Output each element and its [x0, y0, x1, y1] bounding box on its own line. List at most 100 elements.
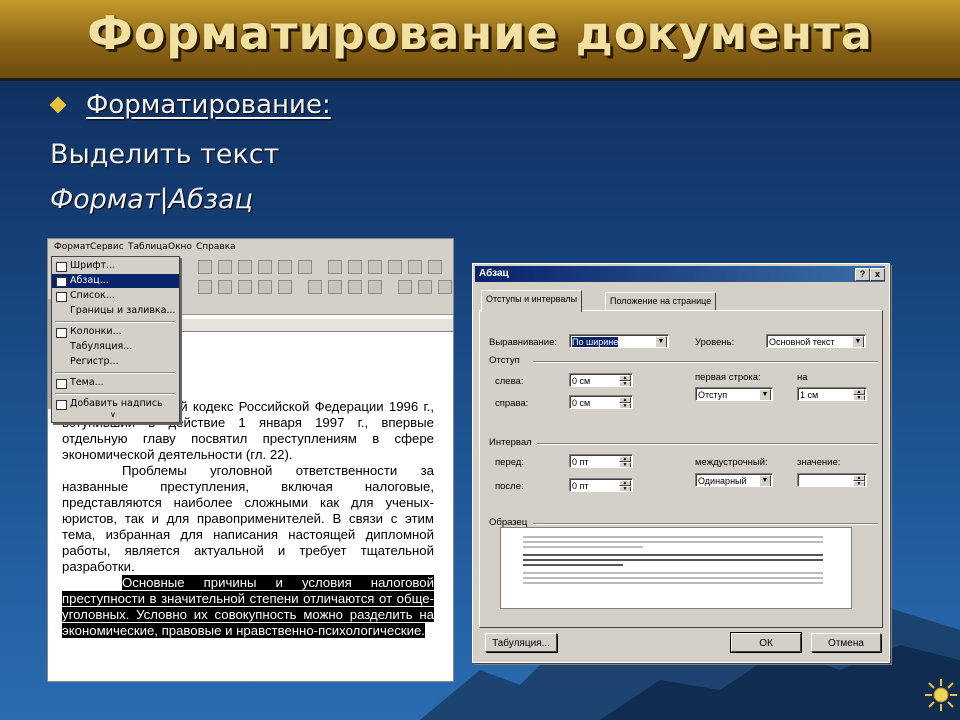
alignment-label: Выравнивание: [489, 337, 558, 348]
group-divider [533, 523, 878, 525]
align-justify-icon[interactable] [278, 280, 292, 294]
menu-help[interactable]: Справка [196, 242, 236, 252]
word-window-screenshot: Формат Сервис Таблица Окно Справка Уголо… [47, 238, 454, 682]
spinner[interactable]: ▲ ▼ [619, 397, 631, 408]
cancel-button[interactable]: Отмена [811, 633, 881, 652]
toolbar-button[interactable] [278, 260, 292, 274]
menu-service[interactable]: Сервис [90, 242, 124, 252]
menu-format[interactable]: Формат [54, 242, 91, 252]
font-icon [56, 262, 67, 272]
menu-table[interactable]: Таблица [128, 242, 168, 252]
help-button[interactable]: ? [855, 268, 870, 281]
border-icon[interactable] [398, 280, 412, 294]
spinner[interactable]: ▲ ▼ [619, 480, 631, 491]
alignment-select[interactable]: По ширине ▼ [569, 334, 669, 348]
left-indent-field[interactable]: 0 см ▲ ▼ [569, 373, 633, 387]
menu-item-font[interactable]: Шрифт... [52, 259, 179, 273]
menu-item-case[interactable]: Регистр... [52, 355, 179, 369]
decrease-indent-icon[interactable] [348, 280, 362, 294]
tab-page-position[interactable]: Положение на странице [605, 292, 717, 311]
preview-line [523, 572, 823, 574]
chevron-down-icon[interactable]: ▼ [655, 336, 667, 347]
level-select[interactable]: Основной текст ▼ [766, 334, 866, 348]
first-line-label: первая строка: [695, 372, 761, 383]
sun-icon [925, 679, 957, 711]
dialog-titlebar: Абзац ? x [475, 266, 885, 282]
chevron-down-icon[interactable]: ∨ [110, 410, 116, 419]
first-line-select[interactable]: Отступ ▼ [695, 387, 773, 401]
preview-line [523, 564, 623, 566]
bullet-list-icon[interactable] [328, 280, 342, 294]
bullet-diamond-icon [49, 96, 67, 114]
close-button[interactable]: x [870, 268, 885, 281]
instruction-select-text: Выделить текст [50, 139, 280, 170]
numbered-list-icon[interactable] [308, 280, 322, 294]
highlight-icon[interactable] [418, 280, 432, 294]
spacing-group-label: Интервал [489, 437, 532, 448]
value-field[interactable]: ▲ ▼ [797, 473, 867, 487]
spinner[interactable]: ▲ ▼ [619, 456, 631, 467]
toolbar-button[interactable] [368, 260, 382, 274]
right-indent-field[interactable]: 0 см ▲ ▼ [569, 395, 633, 409]
align-right-icon[interactable] [258, 280, 272, 294]
paragraph-preview [500, 527, 852, 609]
toolbar-button[interactable] [198, 260, 212, 274]
spinner[interactable]: ▲ ▼ [853, 475, 865, 486]
menu-item-borders[interactable]: Границы и заливка... [52, 304, 179, 318]
toolbar-button[interactable] [328, 260, 342, 274]
preview-line [523, 541, 823, 543]
ok-button[interactable]: ОК [730, 632, 802, 653]
menu-item-tabs[interactable]: Табуляция... [52, 340, 179, 354]
format-menu-dropdown: Шрифт... Абзац... Список... Границы и за… [51, 256, 180, 423]
align-left-icon[interactable] [218, 280, 232, 294]
textbox-icon [56, 400, 67, 410]
menu-item-paragraph[interactable]: Абзац... [52, 274, 179, 288]
menu-separator [55, 372, 175, 374]
toolbar-button[interactable] [388, 260, 402, 274]
by-label: на [797, 372, 808, 383]
word-menubar: Формат Сервис Таблица Окно Справка [48, 239, 453, 256]
chevron-down-icon[interactable]: ▼ [852, 336, 864, 347]
by-field[interactable]: 1 см ▲ ▼ [797, 387, 867, 401]
chevron-down-icon[interactable]: ▼ [759, 475, 771, 486]
line-spacing-select[interactable]: Одинарный ▼ [695, 473, 773, 487]
bullet-heading: Форматирование: [86, 90, 331, 120]
toolbar-button[interactable] [238, 260, 252, 274]
chevron-down-icon[interactable]: ▼ [759, 389, 771, 400]
preview-line [523, 577, 823, 579]
doc-paragraph-3: Основные причины и условия налоговой пре… [62, 575, 434, 639]
menu-item-add-textbox[interactable]: Добавить надпись [52, 397, 179, 411]
slide-title: Форматирование документа [87, 6, 873, 60]
toolbar-button[interactable] [348, 260, 362, 274]
dialog-title: Абзац [479, 268, 509, 279]
before-field[interactable]: 0 пт ▲ ▼ [569, 454, 633, 468]
menu-item-columns[interactable]: Колонки... [52, 325, 179, 339]
preview-line [523, 559, 823, 561]
toolbar-button[interactable] [428, 260, 442, 274]
menu-window[interactable]: Окно [168, 242, 192, 252]
columns-icon [56, 328, 67, 338]
toolbar-button[interactable] [298, 260, 312, 274]
menu-item-list[interactable]: Список... [52, 289, 179, 303]
toolbar-button[interactable] [218, 260, 232, 274]
left-indent-label: слева: [495, 376, 524, 387]
list-icon [56, 292, 67, 302]
tabs-button[interactable]: Табуляция... [485, 633, 557, 652]
level-label: Уровень: [695, 337, 735, 348]
tab-indents-spacing[interactable]: Отступы и интервалы [481, 290, 583, 312]
toolbar-button[interactable] [258, 260, 272, 274]
instruction-menu-path: Формат|Абзац [50, 184, 254, 215]
after-field[interactable]: 0 пт ▲ ▼ [569, 478, 633, 492]
preview-line [523, 554, 823, 556]
title-banner: Форматирование документа [0, 0, 960, 81]
menu-item-theme[interactable]: Тема... [52, 376, 179, 390]
preview-line [523, 546, 643, 548]
spinner[interactable]: ▲ ▼ [619, 375, 631, 386]
document-body: Уголовный кодекс Российской Федерации 19… [62, 399, 434, 639]
toolbar-button[interactable] [408, 260, 422, 274]
spinner[interactable]: ▲ ▼ [853, 389, 865, 400]
toolbar-button[interactable] [198, 280, 212, 294]
increase-indent-icon[interactable] [368, 280, 382, 294]
font-color-icon[interactable] [438, 280, 452, 294]
align-center-icon[interactable] [238, 280, 252, 294]
